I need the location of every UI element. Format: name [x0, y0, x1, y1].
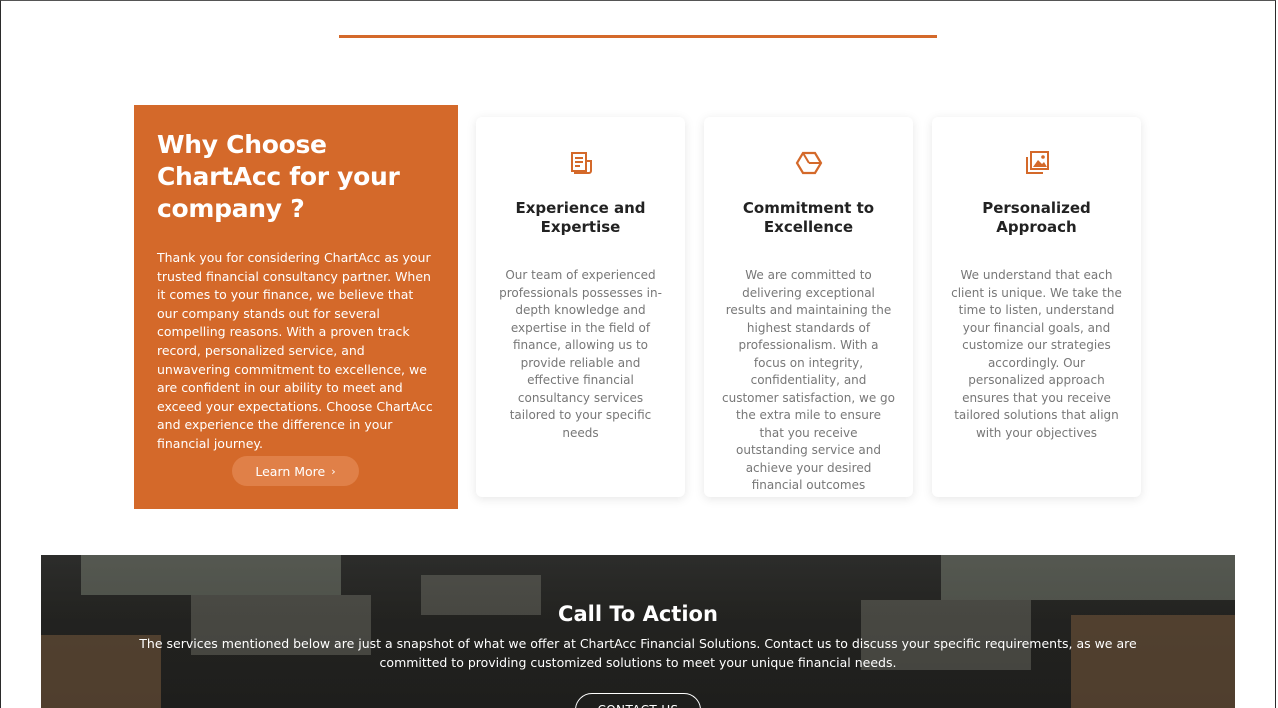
- call-to-action-section: Call To Action The services mentioned be…: [41, 555, 1235, 708]
- contact-us-button[interactable]: CONTACT US: [575, 693, 701, 708]
- card-title: Experience and Expertise: [515, 199, 646, 236]
- feature-card-experience: Experience and Expertise Our team of exp…: [476, 117, 685, 497]
- feature-card-excellence: Commitment to Excellence We are committe…: [704, 117, 913, 497]
- background-window: [941, 555, 1235, 600]
- card-title: Personalized Approach: [982, 199, 1091, 236]
- learn-more-button[interactable]: Learn More ›: [232, 456, 359, 486]
- section-divider: [339, 35, 937, 38]
- why-choose-panel: Why Choose ChartAcc for your company ? T…: [134, 105, 458, 509]
- learn-more-label: Learn More: [255, 463, 326, 479]
- card-text: Our team of experienced professionals po…: [499, 268, 662, 440]
- document-icon: [570, 152, 592, 174]
- card-text: We understand that each client is unique…: [951, 268, 1122, 440]
- hexagon-icon: [795, 151, 822, 175]
- feature-card-personalized: Personalized Approach We understand that…: [932, 117, 1141, 497]
- why-choose-title: Why Choose ChartAcc for your company ?: [157, 130, 400, 223]
- card-text: We are committed to delivering exception…: [722, 268, 895, 492]
- background-window: [81, 555, 341, 595]
- chevron-right-icon: ›: [331, 464, 336, 478]
- image-gallery-icon: [1025, 151, 1049, 174]
- cta-text: The services mentioned below are just a …: [139, 636, 1137, 670]
- why-choose-text: Thank you for considering ChartAcc as yo…: [157, 250, 433, 451]
- cta-title: Call To Action: [558, 602, 718, 626]
- card-title: Commitment to Excellence: [742, 199, 875, 236]
